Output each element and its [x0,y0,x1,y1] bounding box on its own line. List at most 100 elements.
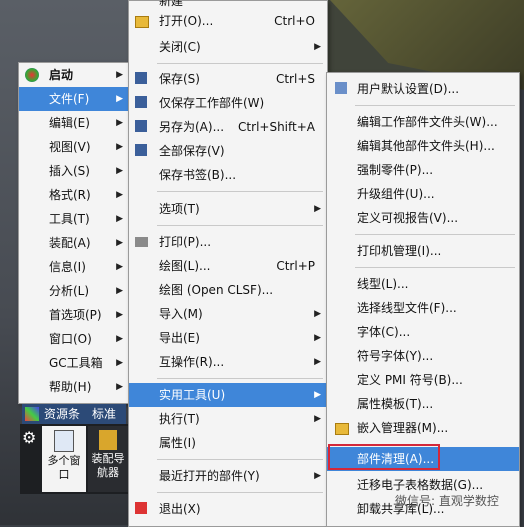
assembly-navigator-button[interactable]: 装配导航器 [88,426,128,492]
menu-item-properties[interactable]: 属性(I) [129,431,327,455]
menu-item-user-defaults[interactable]: 用户默认设置(D)... [327,77,519,101]
chevron-right-icon: ▶ [116,358,123,368]
menu-divider [157,492,323,493]
chevron-right-icon: ▶ [116,94,123,104]
menu-divider [157,459,323,460]
menu-item-save-work-part[interactable]: 仅保存工作部件(W) [129,91,327,115]
tab-standard[interactable]: 标准 [92,404,116,424]
menu-divider [157,63,323,64]
gear-icon[interactable]: ⚙ [22,428,36,447]
assembly-navigator-icon [99,430,117,450]
menu-item-line-fonts[interactable]: 线型(L)... [327,272,519,296]
resource-icon-bar: ⚙ 多个窗口 装配导航器 [20,424,128,494]
menu-item-open[interactable]: 打开(O)... Ctrl+O [129,9,327,33]
menu-item-interoperate[interactable]: 互操作(R)... ▶ [129,350,327,374]
menu-item-file[interactable]: 文件(F) ▶ [19,87,129,111]
exit-icon [135,502,147,514]
main-menu: 启动 ▶ 文件(F) ▶ 编辑(E) ▶ 视图(V) ▶ 插入(S) ▶ 格式(R) ▶… [18,62,130,404]
folder-open-icon [135,16,149,28]
menu-item-plot[interactable]: 绘图(L)... Ctrl+P [129,254,327,278]
chevron-right-icon: ▶ [314,42,321,52]
highlight-box [328,444,440,470]
menu-item-exit[interactable]: 退出(X) [129,497,327,521]
folder-icon [335,423,349,435]
menu-item-preferences[interactable]: 首选项(P) ▶ [19,303,129,327]
chevron-right-icon: ▶ [314,390,321,400]
menu-item-define-visual-report[interactable]: 定义可视报告(V)... [327,206,519,230]
menu-item-help[interactable]: 帮助(H) ▶ [19,375,129,399]
start-icon [25,68,39,82]
menu-item-symbol-fonts[interactable]: 符号字体(Y)... [327,344,519,368]
menu-item-info[interactable]: 信息(I) ▶ [19,255,129,279]
print-icon [135,237,148,247]
settings-icon [335,82,347,94]
menu-item-analysis[interactable]: 分析(L) ▶ [19,279,129,303]
menu-item-format[interactable]: 格式(R) ▶ [19,183,129,207]
menu-item-select-line-font-file[interactable]: 选择线型文件(F)... [327,296,519,320]
chevron-right-icon: ▶ [116,190,123,200]
menu-divider [355,105,515,106]
menu-item-fonts[interactable]: 字体(C)... [327,320,519,344]
menu-item-edit[interactable]: 编辑(E) ▶ [19,111,129,135]
chevron-right-icon: ▶ [116,286,123,296]
save-work-icon [135,96,147,108]
chevron-right-icon: ▶ [116,166,123,176]
file-menu: 新建 打开(O)... Ctrl+O 关闭(C) ▶ 保存(S) Ctrl+S … [128,0,328,527]
chevron-right-icon: ▶ [314,357,321,367]
menu-divider [157,225,323,226]
menu-item-save-as[interactable]: 另存为(A)... Ctrl+Shift+A [129,115,327,139]
menu-item-assembly[interactable]: 装配(A) ▶ [19,231,129,255]
chevron-right-icon: ▶ [116,142,123,152]
menu-item-gc-toolbox[interactable]: GC工具箱 ▶ [19,351,129,375]
resource-bar-icon [25,407,39,421]
menu-item-save-bookmark[interactable]: 保存书签(B)... [129,163,327,187]
menu-item-execute[interactable]: 执行(T) ▶ [129,407,327,431]
chevron-right-icon: ▶ [116,334,123,344]
menu-divider [157,191,323,192]
save-icon [135,72,147,84]
save-all-icon [135,144,147,156]
menu-item-options[interactable]: 选项(T) ▶ [129,197,327,221]
menu-item-insert[interactable]: 插入(S) ▶ [19,159,129,183]
menu-divider [355,234,515,235]
menu-item-upgrade-components[interactable]: 升级组件(U)... [327,182,519,206]
save-as-icon [135,120,147,132]
chevron-right-icon: ▶ [116,262,123,272]
tab-resource-bar[interactable]: 资源条 [44,404,80,424]
chevron-right-icon: ▶ [116,310,123,320]
menu-item-utilities[interactable]: 实用工具(U) ▶ [129,383,327,407]
watermark: 微信号: 直观学数控 [395,494,499,508]
menu-item-edit-work-part-header[interactable]: 编辑工作部件文件头(W)... [327,110,519,134]
menu-item-attribute-templates[interactable]: 属性模板(T)... [327,392,519,416]
resource-tab-bar: 资源条 标准 [22,404,126,424]
menu-divider [157,378,323,379]
menu-item-printer-admin[interactable]: 打印机管理(I)... [327,239,519,263]
chevron-right-icon: ▶ [314,471,321,481]
chevron-right-icon: ▶ [116,382,123,392]
chevron-right-icon: ▶ [314,204,321,214]
menu-item-save[interactable]: 保存(S) Ctrl+S [129,67,327,91]
chevron-right-icon: ▶ [116,118,123,128]
menu-item-close[interactable]: 关闭(C) ▶ [129,35,327,59]
menu-item-import[interactable]: 导入(M) ▶ [129,302,327,326]
multiple-windows-button[interactable]: 多个窗口 [42,426,86,492]
menu-item-view[interactable]: 视图(V) ▶ [19,135,129,159]
menu-item-recent-parts[interactable]: 最近打开的部件(Y) ▶ [129,464,327,488]
menu-item-edit-other-part-header[interactable]: 编辑其他部件文件头(H)... [327,134,519,158]
menu-item-start[interactable]: 启动 ▶ [19,63,129,87]
menu-item-print[interactable]: 打印(P)... [129,230,327,254]
chevron-right-icon: ▶ [116,214,123,224]
menu-item-embedded-manager[interactable]: 嵌入管理器(M)... [327,416,519,440]
menu-item-export[interactable]: 导出(E) ▶ [129,326,327,350]
menu-item-force-part[interactable]: 强制零件(P)... [327,158,519,182]
chevron-right-icon: ▶ [314,414,321,424]
chevron-right-icon: ▶ [116,238,123,248]
chevron-right-icon: ▶ [314,309,321,319]
menu-item-window[interactable]: 窗口(O) ▶ [19,327,129,351]
chevron-right-icon: ▶ [116,70,123,80]
menu-item-plot-clsf[interactable]: 绘图 (Open CLSF)... [129,278,327,302]
menu-divider [355,267,515,268]
menu-item-tools[interactable]: 工具(T) ▶ [19,207,129,231]
menu-item-define-pmi-symbol[interactable]: 定义 PMI 符号(B)... [327,368,519,392]
menu-item-save-all[interactable]: 全部保存(V) [129,139,327,163]
